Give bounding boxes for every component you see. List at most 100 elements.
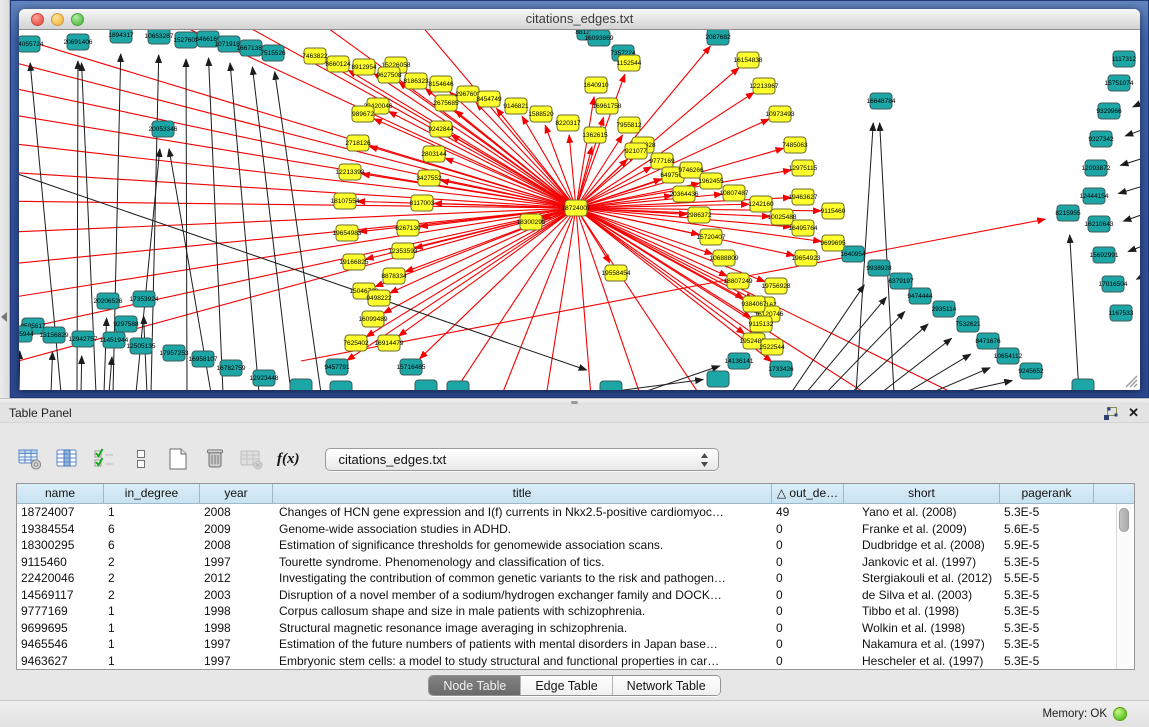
table-row[interactable]: 969969511998Structural magnetic resonanc… — [17, 620, 1134, 637]
network-node[interactable]: 18300295 — [517, 214, 546, 230]
network-node[interactable]: 10654112 — [994, 348, 1023, 364]
network-node[interactable]: 7463822 — [302, 48, 328, 64]
network-node[interactable]: 16210643 — [1085, 216, 1114, 232]
network-node[interactable]: 12093872 — [1082, 160, 1111, 176]
network-node[interactable]: 1117312 — [1112, 51, 1137, 67]
network-node[interactable]: 9329966 — [1096, 103, 1122, 119]
column-header-short[interactable]: short — [844, 484, 1000, 503]
collapse-left-arrow-icon[interactable] — [1, 312, 7, 322]
network-node[interactable]: 12213393 — [336, 164, 365, 180]
column-header-name[interactable]: name — [17, 484, 104, 503]
network-node[interactable]: 9457791 — [324, 359, 350, 375]
network-node[interactable]: 6379197 — [888, 273, 914, 289]
network-node[interactable]: 9242844 — [428, 121, 454, 137]
network-node[interactable]: 8454749 — [476, 91, 502, 107]
network-node[interactable]: 15692991 — [1090, 247, 1119, 263]
network-node[interactable]: 18107554 — [331, 193, 360, 209]
network-node[interactable]: 1152544 — [617, 55, 642, 71]
network-node[interactable]: 2986372 — [686, 207, 712, 223]
select-all-icon[interactable] — [90, 446, 118, 472]
citation-network-graph[interactable]: 2405572420691406189431710653287152760264… — [19, 30, 1140, 390]
network-node[interactable]: 1362615 — [582, 127, 608, 143]
network-node[interactable]: 17016504 — [1099, 276, 1128, 292]
network-node[interactable]: 8215955 — [1055, 205, 1081, 221]
column-header-in_degree[interactable]: in_degree — [104, 484, 200, 503]
table-row[interactable]: 911546021997Tourette syndrome. Phenomeno… — [17, 554, 1134, 571]
network-node[interactable]: 8267130 — [395, 220, 421, 236]
network-window[interactable]: citations_edges.txt 24055724206914061894… — [19, 9, 1140, 390]
network-node[interactable]: 12444154 — [1080, 188, 1109, 204]
table-header-row[interactable]: namein_degreeyeartitle△ out_de…shortpage… — [17, 484, 1134, 504]
table-row[interactable]: 946554611997Estimation of the future num… — [17, 636, 1134, 653]
network-node[interactable] — [600, 381, 622, 390]
network-node[interactable]: 8912954 — [351, 59, 377, 75]
import-table-icon[interactable] — [238, 446, 266, 472]
network-node[interactable]: 16093869 — [585, 30, 614, 46]
network-node[interactable]: 17353924 — [130, 291, 159, 307]
network-node[interactable]: 9384067 — [741, 296, 767, 312]
network-node[interactable]: 19654983 — [333, 225, 362, 241]
network-node[interactable]: 7485063 — [782, 137, 808, 153]
column-header-out_de[interactable]: △ out_de… — [772, 484, 844, 503]
network-node[interactable]: 15716485 — [397, 359, 426, 375]
scrollbar-thumb[interactable] — [1119, 508, 1129, 532]
network-node[interactable]: 1894317 — [108, 30, 134, 43]
network-node[interactable]: 12923448 — [250, 370, 279, 386]
network-node[interactable]: 16958107 — [189, 351, 218, 367]
table-row[interactable]: 1872400712008Changes of HCN gene express… — [17, 504, 1134, 521]
network-node[interactable] — [415, 380, 437, 390]
memory-status-dot[interactable] — [1113, 707, 1127, 721]
network-node[interactable]: 2803144 — [421, 146, 447, 162]
network-node[interactable]: 10807487 — [720, 185, 749, 201]
network-node[interactable]: 18724007 — [562, 200, 591, 216]
splitter-grip[interactable] — [571, 401, 578, 404]
tab-node-table[interactable]: Node Table — [429, 676, 521, 695]
network-node[interactable]: 9627508 — [376, 67, 402, 83]
network-node[interactable]: 7955812 — [616, 117, 642, 133]
network-node[interactable]: 1962455 — [698, 173, 724, 189]
network-node[interactable]: 18807249 — [724, 273, 753, 289]
network-node[interactable]: 9115460 — [821, 203, 846, 219]
network-node[interactable]: 20691406 — [64, 34, 93, 50]
network-node[interactable]: 12942757 — [69, 331, 98, 347]
network-node[interactable]: 8471676 — [975, 333, 1001, 349]
network-node[interactable]: 9699695 — [820, 235, 846, 251]
network-node[interactable]: 1167533 — [1109, 305, 1134, 321]
network-node[interactable]: 15720407 — [697, 229, 726, 245]
network-node[interactable]: 2935114 — [932, 301, 957, 317]
delete-attribute-icon[interactable] — [201, 446, 229, 472]
network-node[interactable]: 20364436 — [670, 186, 699, 202]
network-node[interactable]: 19558454 — [602, 265, 631, 281]
network-canvas[interactable]: 2405572420691406189431710653287152760264… — [19, 30, 1140, 390]
network-node[interactable]: 10973493 — [766, 106, 795, 122]
network-node[interactable] — [330, 381, 352, 390]
network-node[interactable]: 9245652 — [1018, 363, 1044, 379]
network-node[interactable]: 8660124 — [325, 56, 351, 72]
network-node[interactable]: 19654923 — [792, 250, 821, 266]
column-header-title[interactable]: title — [273, 484, 772, 503]
network-node[interactable]: 7532621 — [955, 316, 981, 332]
network-node[interactable]: 16154838 — [734, 52, 763, 68]
network-node[interactable]: 7625402 — [343, 335, 369, 351]
close-panel-icon[interactable]: ✕ — [1128, 406, 1139, 420]
network-node[interactable]: 16099489 — [359, 311, 388, 327]
network-node[interactable]: 16961758 — [593, 98, 622, 114]
column-header-pagerank[interactable]: pagerank — [1000, 484, 1094, 503]
network-node[interactable]: 9146821 — [503, 98, 529, 114]
column-header-year[interactable]: year — [200, 484, 273, 503]
network-node[interactable]: 15751074 — [1105, 75, 1134, 91]
network-node[interactable]: 20206526 — [94, 293, 123, 309]
network-node[interactable]: 12505135 — [127, 338, 156, 354]
function-builder-icon[interactable]: f(x) — [277, 451, 300, 468]
network-node[interactable] — [1072, 379, 1094, 390]
network-node[interactable]: 2087682 — [705, 30, 731, 45]
network-node[interactable]: 20053346 — [149, 121, 178, 137]
network-node[interactable]: 9227342 — [1088, 131, 1114, 147]
network-node[interactable]: 16648784 — [867, 93, 896, 109]
network-node[interactable] — [447, 381, 469, 390]
tab-edge-table[interactable]: Edge Table — [521, 676, 612, 695]
network-node[interactable]: 9474444 — [907, 288, 933, 304]
network-node[interactable]: 19756928 — [762, 278, 791, 294]
network-node[interactable]: 2718126 — [345, 135, 371, 151]
network-node[interactable]: 2522544 — [759, 339, 785, 355]
